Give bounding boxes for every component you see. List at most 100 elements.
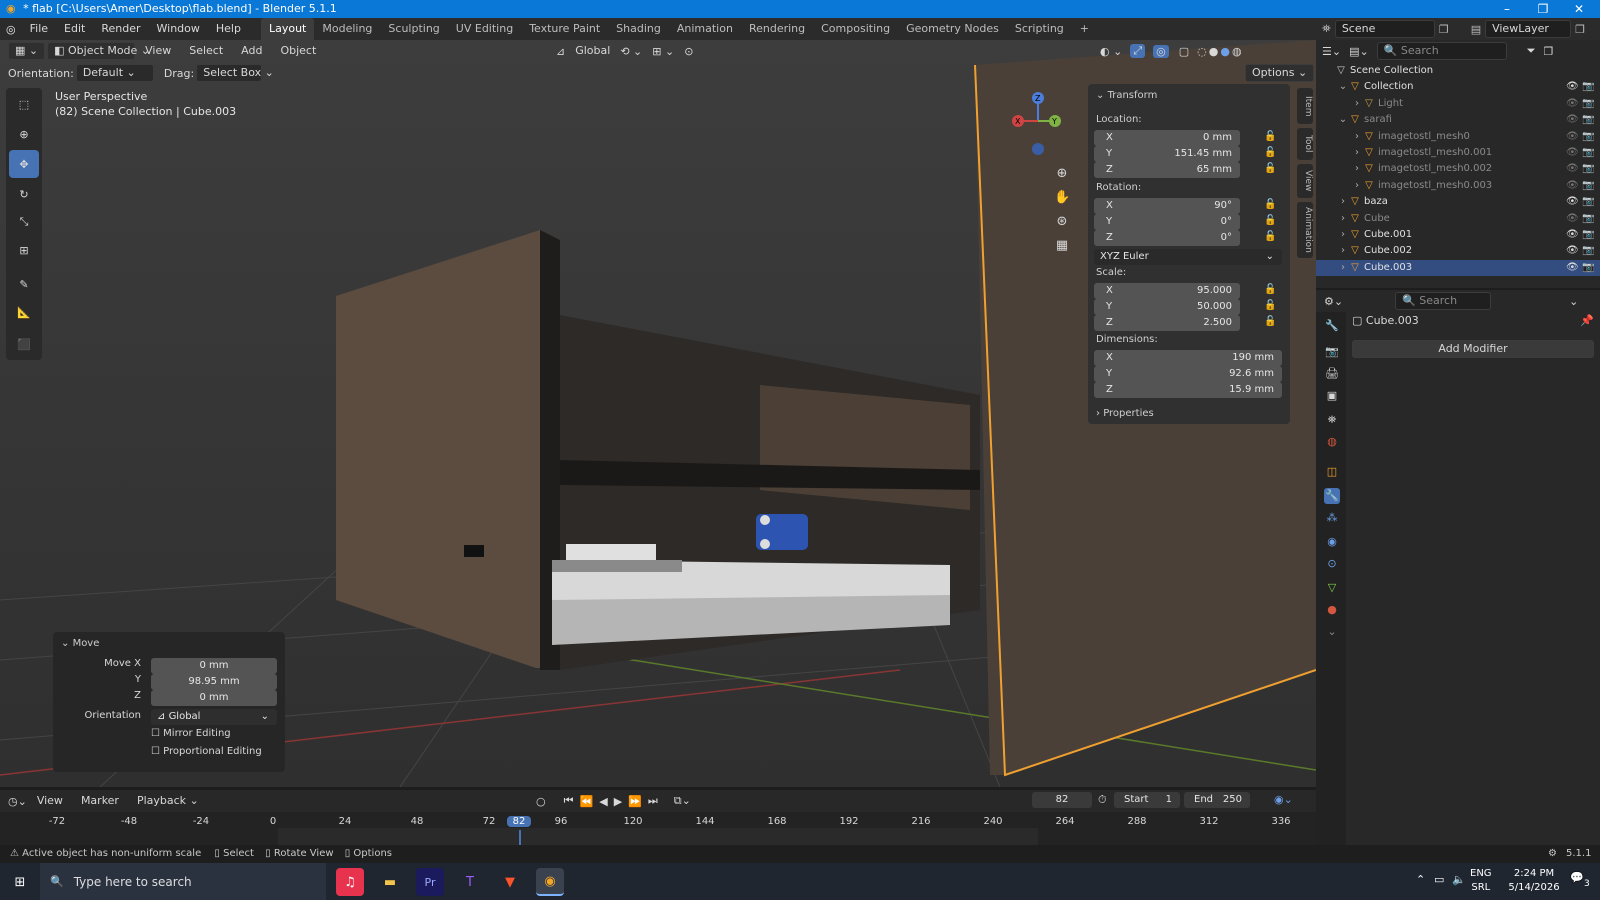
world-tab-icon[interactable]: ◍	[1324, 434, 1340, 450]
expand-arrow-icon[interactable]: ›	[1352, 96, 1362, 112]
maximize-button[interactable]: ❐	[1526, 0, 1560, 18]
outliner-row[interactable]: ⌄ ▽ Collection 👁 📷	[1316, 79, 1600, 95]
menu-file[interactable]: File	[22, 18, 56, 40]
end-frame-field[interactable]: End 250	[1184, 792, 1250, 808]
snap-icon[interactable]: ⊞ ⌄	[652, 45, 674, 58]
outliner-row[interactable]: › ▽ baza 👁 📷	[1316, 194, 1600, 210]
visibility-icon[interactable]: ◐ ⌄	[1100, 45, 1122, 58]
rotation-x-field[interactable]: X 90°	[1094, 198, 1240, 214]
close-button[interactable]: ✕	[1562, 0, 1596, 18]
material-tab-icon[interactable]: ●	[1324, 602, 1340, 618]
menu-render[interactable]: Render	[93, 18, 148, 40]
location-x-field[interactable]: X0 mm	[1094, 130, 1240, 146]
render-tab-icon[interactable]: 📷	[1324, 344, 1340, 360]
properties-panel-header[interactable]: › Properties	[1096, 408, 1154, 419]
select-box-tool-icon[interactable]: ⬚	[9, 90, 39, 118]
proportional-editing-checkbox[interactable]: ☐ Proportional Editing	[151, 746, 262, 757]
chevron-down-icon[interactable]: ⌄	[1569, 295, 1578, 308]
premiere-icon[interactable]: Pr	[416, 868, 444, 896]
app-t-icon[interactable]: T	[456, 868, 484, 896]
stopwatch-icon[interactable]: ⏱	[1098, 793, 1107, 807]
add-workspace-button[interactable]: +	[1072, 18, 1097, 40]
render-camera-icon[interactable]: 📷	[1582, 243, 1594, 259]
visibility-eye-icon[interactable]: 👁	[1566, 96, 1579, 112]
lock-icon[interactable]: 🔓	[1264, 284, 1276, 295]
modifier-tab-icon[interactable]: 🔧	[1324, 488, 1340, 504]
add-cube-tool-icon[interactable]: ⬛	[9, 330, 39, 358]
outliner-row[interactable]: ▽ Scene Collection	[1316, 63, 1600, 79]
brave-browser-icon[interactable]: ▼	[496, 868, 524, 896]
current-frame-field[interactable]: 82	[1032, 792, 1092, 808]
editor-type-button[interactable]: ▦ ⌄	[8, 42, 46, 60]
gizmo-toggle-icon[interactable]: ⤢	[1130, 44, 1146, 58]
move-x-field[interactable]: 0 mm	[151, 658, 277, 674]
expand-arrow-icon[interactable]: ›	[1338, 260, 1348, 276]
wireframe-shading-icon[interactable]: ◌	[1197, 45, 1207, 58]
new-viewlayer-icon[interactable]: ❐	[1575, 23, 1585, 36]
ortho-grid-icon[interactable]: ▦	[1054, 234, 1070, 258]
keying-icon[interactable]: ⧉⌄	[674, 794, 691, 808]
menu-edit[interactable]: Edit	[56, 18, 93, 40]
solid-shading-icon[interactable]: ●	[1209, 45, 1219, 58]
editor-type-icon[interactable]: ☰⌄	[1322, 45, 1341, 58]
tray-chevron-icon[interactable]: ⌃	[1416, 873, 1425, 886]
tab-compositing[interactable]: Compositing	[813, 18, 898, 40]
outliner-row[interactable]: › ▽ imagetostl_mesh0 👁 📷	[1316, 129, 1600, 145]
add-modifier-button[interactable]: Add Modifier	[1352, 340, 1594, 358]
sidebar-tab-view[interactable]: View	[1297, 164, 1313, 198]
camera-icon[interactable]: ⊛	[1054, 210, 1070, 234]
render-camera-icon[interactable]: 📷	[1582, 194, 1594, 210]
expand-arrow-icon[interactable]: ⌄	[1338, 79, 1348, 95]
visibility-eye-icon[interactable]: 👁	[1566, 211, 1579, 227]
rotation-y-field[interactable]: Y 0°	[1094, 214, 1240, 230]
network-icon[interactable]: ▭	[1434, 873, 1444, 886]
windows-start-icon[interactable]: ⊞	[6, 868, 34, 896]
jump-end-icon[interactable]: ⏭	[648, 794, 658, 808]
dimensions-z-field[interactable]: Z 15.9 mm	[1094, 382, 1282, 398]
tab-texture-paint[interactable]: Texture Paint	[521, 18, 608, 40]
zoom-icon[interactable]: ⊕	[1054, 162, 1070, 186]
new-scene-icon[interactable]: ❐	[1439, 23, 1449, 36]
properties-search-input[interactable]: 🔍 Search	[1395, 292, 1492, 310]
expand-arrow-icon[interactable]: ›	[1338, 227, 1348, 243]
render-camera-icon[interactable]: 📷	[1582, 96, 1594, 112]
tab-modeling[interactable]: Modeling	[314, 18, 380, 40]
drag-selector[interactable]: Select Box ⌄	[196, 64, 274, 82]
sidebar-tab-item[interactable]: Item	[1297, 88, 1313, 124]
physics-tab-icon[interactable]: ◉	[1324, 534, 1340, 550]
move-y-field[interactable]: 98.95 mm	[151, 674, 277, 690]
outliner-row[interactable]: › ▽ Cube.002 👁 📷	[1316, 243, 1600, 259]
location-z-field[interactable]: Z 65 mm	[1094, 162, 1240, 178]
filter-icon[interactable]: ⏷	[1527, 44, 1536, 58]
expand-arrow-icon[interactable]: ›	[1352, 178, 1362, 194]
rotation-z-field[interactable]: Z 0°	[1094, 230, 1240, 246]
lock-icon[interactable]: 🔓	[1264, 215, 1276, 226]
clock[interactable]: 2:24 PM 5/14/2026	[1504, 867, 1564, 895]
playhead-frame-label[interactable]: 82	[507, 816, 531, 827]
playhead-line[interactable]	[519, 830, 521, 845]
prev-keyframe-icon[interactable]: ⏪	[580, 795, 594, 808]
render-camera-icon[interactable]: 📷	[1582, 260, 1594, 276]
outliner-row[interactable]: › ▽ Cube.003 👁 📷	[1316, 259, 1600, 276]
gizmo-neg-z-icon[interactable]	[1032, 143, 1044, 155]
3d-viewport[interactable]: ▦ ⌄ ◧ Object Mode ⌄ View Select Add Obje…	[0, 40, 1316, 787]
particles-tab-icon[interactable]: ⁂	[1324, 510, 1340, 526]
xray-icon[interactable]: ▢	[1179, 45, 1189, 58]
mirror-editing-checkbox[interactable]: ☐ Mirror Editing	[151, 728, 231, 739]
visibility-eye-icon[interactable]: 👁	[1566, 243, 1579, 259]
rotation-mode-selector[interactable]: XYZ Euler ⌄	[1094, 249, 1282, 265]
timeline-menu-playback[interactable]: Playback ⌄	[129, 790, 207, 812]
tab-scripting[interactable]: Scripting	[1007, 18, 1072, 40]
visibility-eye-icon[interactable]: 👁	[1566, 178, 1579, 194]
music-app-icon[interactable]: ♫	[336, 868, 364, 896]
visibility-eye-icon[interactable]: 👁	[1566, 194, 1579, 210]
volume-icon[interactable]: 🔈	[1452, 873, 1466, 886]
outliner-row[interactable]: › ▽ imagetostl_mesh0.003 👁 📷	[1316, 178, 1600, 194]
new-collection-icon[interactable]: ❐	[1544, 45, 1554, 58]
timeline-menu-view[interactable]: View	[29, 790, 71, 812]
transform-orientation-selector[interactable]: Global	[567, 40, 618, 62]
visibility-eye-icon[interactable]: 👁	[1566, 227, 1579, 243]
render-camera-icon[interactable]: 📷	[1582, 145, 1594, 161]
tab-shading[interactable]: Shading	[608, 18, 669, 40]
tab-layout[interactable]: Layout	[260, 18, 315, 40]
